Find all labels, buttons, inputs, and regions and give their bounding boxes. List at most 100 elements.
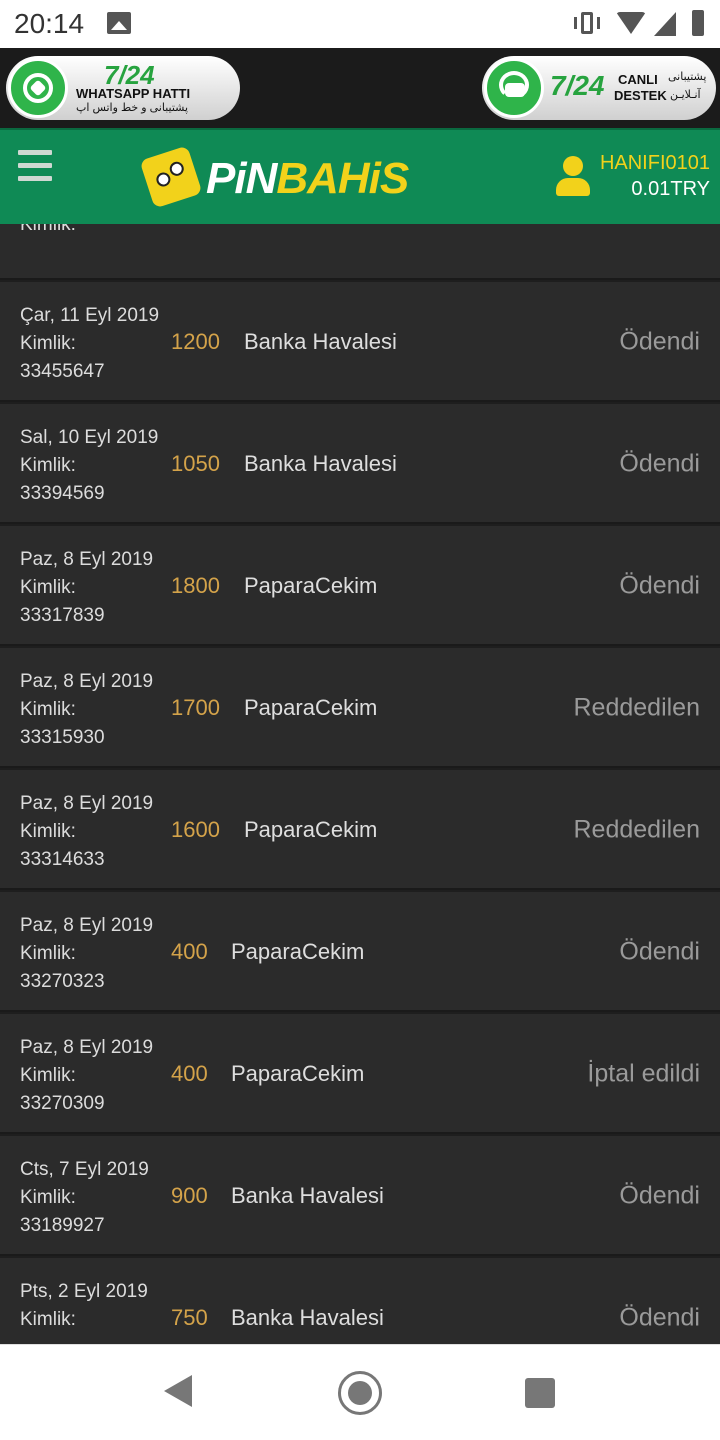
id-label: Kimlik: [20,333,76,354]
id-label: Kimlik: [20,943,76,964]
image-notification-icon [107,12,131,34]
list-item[interactable]: Paz, 8 Eyl 2019 Kimlik: 33270309 400 PaparaC… [0,1014,720,1134]
contact-banner: 7/24 WHATSAPP HATTI پشتیبانی و خط واتس ا… [0,48,720,128]
transaction-info: Cts, 7 Eyl 2019 Kimlik: 33189927 [20,1156,170,1254]
logo-text: PiNBAHiS [206,154,409,204]
transaction-amount: 1200 [171,329,220,354]
transaction-date: Paz, 8 Eyl 2019 [20,549,154,570]
transaction-status: Ödendi [619,937,700,966]
transaction-amount: 400 [171,939,208,964]
transaction-method: Banka Havalesi [231,1183,384,1208]
whatsapp-title: WHATSAPP HATTI [76,86,191,101]
whatsapp-subtitle: پشتیبانی و خط واتس اپ [76,102,189,114]
id-label: Kimlik: [20,821,76,842]
transaction-status: Reddedilen [573,815,701,844]
transaction-id: 33315930 [20,727,105,748]
list-item[interactable]: Paz, 8 Eyl 2019 Kimlik: 33314633 1600 Papara… [0,770,720,890]
transaction-status: İptal edildi [587,1059,700,1088]
withdrawal-history-list[interactable]: Kimlik: Çar, 11 Eyl 2019 Kimlik: 33455647 1… [0,224,720,1344]
transaction-date: Paz, 8 Eyl 2019 [20,793,154,814]
transaction-method: PaparaCekim [231,1061,365,1086]
transaction-amount: 400 [171,1061,208,1086]
list-item[interactable]: Paz, 8 Eyl 2019 Kimlik: 33315930 1700 Papara… [0,648,720,768]
home-icon[interactable] [338,1371,382,1415]
app-header: PiNBAHiS HANIFI0101 0.01TRY [0,128,720,224]
transaction-method: Banka Havalesi [244,329,397,354]
transaction-status: Ödendi [619,1181,700,1210]
transaction-amount: 750 [171,1305,208,1330]
android-nav-bar [0,1344,720,1440]
support-24-7: 7/24 [550,70,605,101]
transaction-info: Pts, 2 Eyl 2019 Kimlik: [20,1278,170,1344]
transaction-id: 33317839 [20,605,105,626]
transaction-method: PaparaCekim [244,695,378,720]
transaction-id: 33270323 [20,971,105,992]
logo-text-white: PiN [206,154,277,203]
wifi-icon [616,12,646,34]
transaction-info: Paz, 8 Eyl 2019 Kimlik: 33315930 [20,668,170,766]
recent-apps-icon[interactable] [525,1378,555,1408]
list-item[interactable]: Pts, 2 Eyl 2019 Kimlik: 750 Banka Havalesi Ö… [0,1258,720,1344]
id-label: Kimlik: [20,699,76,720]
vibrate-icon [572,10,602,38]
transaction-amount: 1050 [171,451,220,476]
transaction-info: Paz, 8 Eyl 2019 Kimlik: 33317839 [20,546,170,644]
support-fa2: آنـلایـن [670,89,701,101]
live-support-button[interactable]: 7/24 CANLI DESTEK پشتیبانی آنـلایـن [482,56,716,120]
support-line2: DESTEK [614,88,667,103]
list-item[interactable]: Cts, 7 Eyl 2019 Kimlik: 33189927 900 Banka H… [0,1136,720,1256]
list-item[interactable]: Paz, 8 Eyl 2019 Kimlik: 33270323 400 PaparaC… [0,892,720,1012]
transaction-id: 33394569 [20,483,105,504]
list-item[interactable]: Paz, 8 Eyl 2019 Kimlik: 33317839 1800 Papara… [0,526,720,646]
partial-id-label: Kimlik: [20,224,76,235]
user-icon[interactable] [556,156,590,200]
transaction-status: Ödendi [619,327,700,356]
transaction-status: Ödendi [619,449,700,478]
list-item-partial: Kimlik: [0,224,720,280]
logo-mark-icon [139,145,203,209]
transaction-date: Paz, 8 Eyl 2019 [20,1037,154,1058]
transaction-status: Ödendi [619,571,700,600]
list-item[interactable]: Çar, 11 Eyl 2019 Kimlik: 33455647 1200 Banka… [0,282,720,402]
transaction-date: Sal, 10 Eyl 2019 [20,427,159,448]
status-bar: 20:14 [0,0,720,48]
battery-icon [692,10,704,36]
whatsapp-line-button[interactable]: 7/24 WHATSAPP HATTI پشتیبانی و خط واتس ا… [6,56,240,120]
id-label: Kimlik: [20,1187,76,1208]
pinbahis-logo[interactable]: PiNBAHiS [139,145,464,210]
transaction-date: Paz, 8 Eyl 2019 [20,915,154,936]
transaction-info: Sal, 10 Eyl 2019 Kimlik: 33394569 [20,424,170,522]
headset-icon [484,58,544,118]
signal-icon [654,12,676,36]
transaction-method: PaparaCekim [231,939,365,964]
transaction-amount: 1800 [171,573,220,598]
transaction-id: 33455647 [20,361,105,382]
transaction-amount: 1700 [171,695,220,720]
transaction-status: Reddedilen [573,693,701,722]
id-label: Kimlik: [20,1065,76,1086]
back-icon[interactable] [164,1375,192,1407]
transaction-amount: 1600 [171,817,220,842]
transaction-date: Pts, 2 Eyl 2019 [20,1281,148,1302]
list-item[interactable]: Sal, 10 Eyl 2019 Kimlik: 33394569 1050 Banka… [0,404,720,524]
transaction-id: 33189927 [20,1215,105,1236]
transaction-amount: 900 [171,1183,208,1208]
transaction-date: Paz, 8 Eyl 2019 [20,671,154,692]
id-label: Kimlik: [20,577,76,598]
whatsapp-icon [8,58,68,118]
username[interactable]: HANIFI0101 [600,152,710,175]
support-fa1: پشتیبانی [668,71,707,83]
transaction-info: Çar, 11 Eyl 2019 Kimlik: 33455647 [20,302,170,400]
logo-text-yellow: BAHiS [276,154,409,203]
transaction-method: Banka Havalesi [244,451,397,476]
support-line1: CANLI [618,72,658,87]
transaction-date: Cts, 7 Eyl 2019 [20,1159,149,1180]
menu-icon[interactable] [18,150,52,182]
transaction-method: PaparaCekim [244,817,378,842]
transaction-info: Paz, 8 Eyl 2019 Kimlik: 33270309 [20,1034,170,1132]
id-label: Kimlik: [20,455,76,476]
transaction-info: Paz, 8 Eyl 2019 Kimlik: 33270323 [20,912,170,1010]
transaction-date: Çar, 11 Eyl 2019 [20,305,160,326]
transaction-id: 33270309 [20,1093,105,1114]
balance: 0.01TRY [631,178,710,200]
